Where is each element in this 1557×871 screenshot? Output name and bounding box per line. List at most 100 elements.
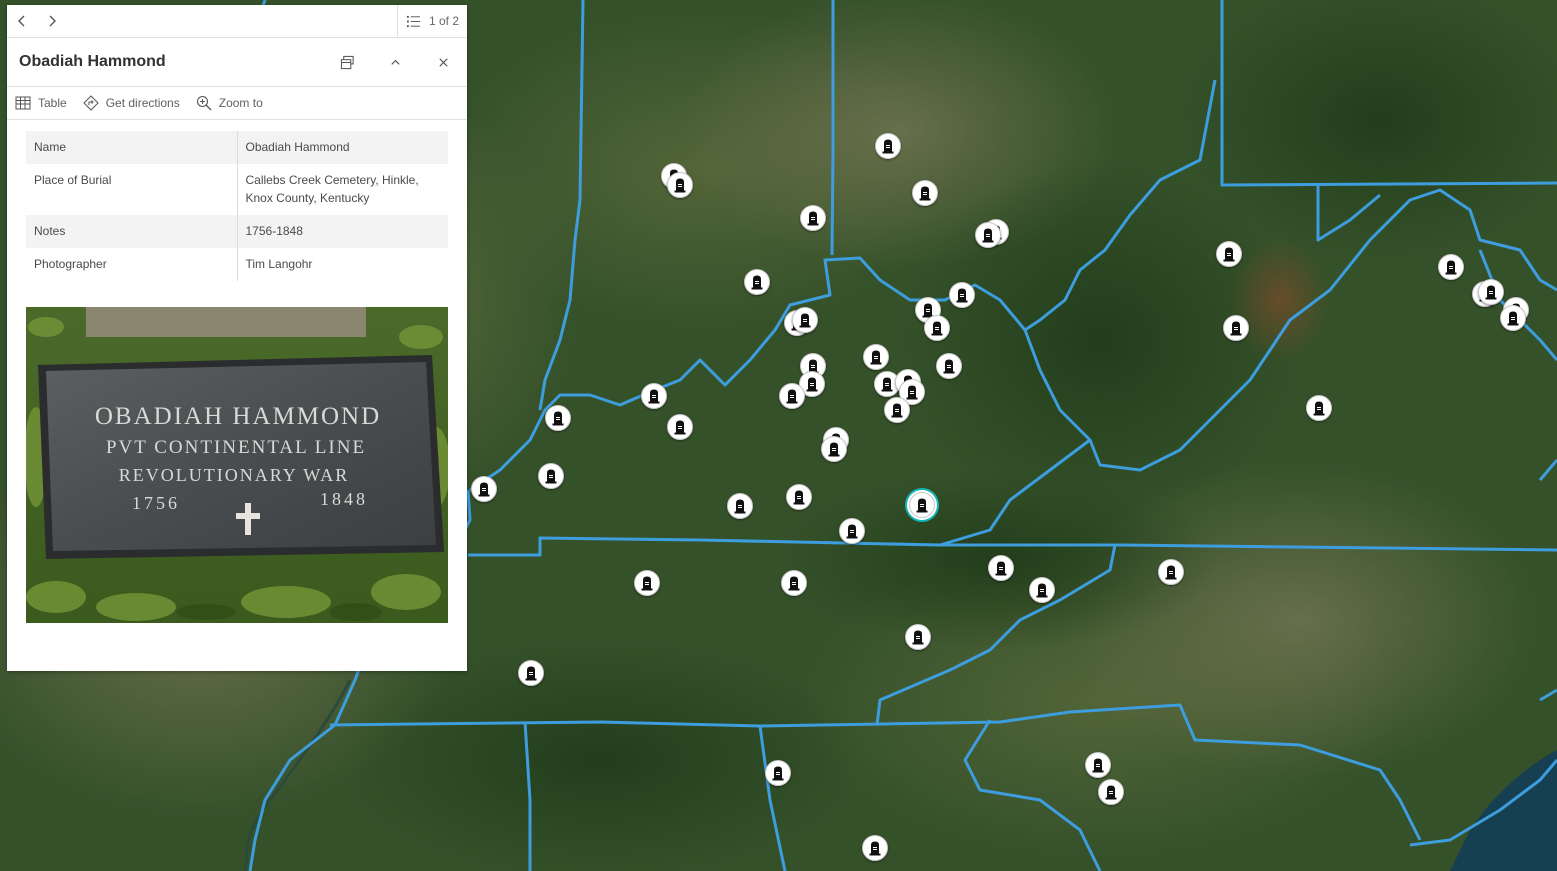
burial-marker[interactable] (744, 269, 770, 295)
collapse-button[interactable] (383, 50, 407, 74)
tombstone-icon (906, 385, 918, 400)
burial-marker[interactable] (936, 353, 962, 379)
burial-marker[interactable] (1438, 254, 1464, 280)
tombstone-icon (648, 389, 660, 404)
burial-marker[interactable] (800, 205, 826, 231)
list-icon (406, 15, 421, 27)
burial-marker[interactable] (862, 835, 888, 861)
zoom-in-icon (196, 95, 212, 111)
plaque-year-death: 1848 (320, 489, 368, 509)
burial-marker[interactable] (875, 133, 901, 159)
tombstone-icon (734, 499, 746, 514)
burial-marker[interactable] (839, 518, 865, 544)
tombstone-icon (478, 482, 490, 497)
get-directions-label: Get directions (105, 96, 180, 110)
next-feature-button[interactable] (37, 5, 67, 37)
tombstone-icon (807, 211, 819, 226)
burial-marker[interactable] (634, 570, 660, 596)
dock-button[interactable] (335, 50, 359, 74)
burial-marker[interactable] (786, 484, 812, 510)
tombstone-icon (828, 442, 840, 457)
table-row: Notes 1756-1848 (26, 215, 448, 248)
burial-marker[interactable] (912, 180, 938, 206)
burial-marker[interactable] (924, 315, 950, 341)
burial-marker[interactable] (792, 307, 818, 333)
attribute-value: Tim Langohr (245, 257, 313, 271)
table-row: Place of Burial Callebs Creek Cemetery, … (26, 164, 448, 215)
tombstone-icon (525, 666, 537, 681)
attribute-key: Name (26, 131, 238, 164)
burial-marker[interactable] (1223, 315, 1249, 341)
burial-marker[interactable] (727, 493, 753, 519)
burial-marker[interactable] (1158, 559, 1184, 585)
close-icon (438, 57, 448, 67)
tombstone-icon (1230, 321, 1242, 336)
tombstone-icon (793, 490, 805, 505)
burial-marker[interactable] (821, 436, 847, 462)
table-action-label: Table (38, 96, 67, 110)
zoom-to-label: Zoom to (218, 96, 263, 110)
burial-marker[interactable] (1098, 779, 1124, 805)
tombstone-icon (806, 377, 818, 392)
burial-marker[interactable] (905, 624, 931, 650)
tombstone-icon (1445, 260, 1457, 275)
tombstone-icon (995, 561, 1007, 576)
plaque-line-rank: PVT CONTINENTAL LINE (106, 437, 366, 458)
feature-popup: 1 of 2 Obadiah Hammond Table Get directi… (7, 5, 467, 671)
burial-marker[interactable] (471, 476, 497, 502)
attribute-key: Notes (26, 215, 238, 248)
selected-burial-marker[interactable] (909, 492, 935, 518)
burial-marker[interactable] (975, 222, 1001, 248)
tombstone-icon (919, 186, 931, 201)
feature-list-button[interactable]: 1 of 2 (396, 5, 467, 37)
tombstone-icon (956, 288, 968, 303)
grave-marker-photo[interactable]: OBADIAH HAMMOND PVT CONTINENTAL LINE REV… (26, 307, 448, 623)
burial-marker[interactable] (863, 344, 889, 370)
burial-marker[interactable] (988, 555, 1014, 581)
burial-marker[interactable] (1306, 395, 1332, 421)
tombstone-icon (882, 139, 894, 154)
burial-marker[interactable] (779, 383, 805, 409)
tombstone-icon (1036, 583, 1048, 598)
burial-marker[interactable] (538, 463, 564, 489)
feature-count-label: 1 of 2 (428, 14, 459, 28)
burial-marker[interactable] (949, 282, 975, 308)
burial-marker[interactable] (1216, 241, 1242, 267)
burial-marker[interactable] (1500, 305, 1526, 331)
tombstone-icon (912, 630, 924, 645)
burial-marker[interactable] (1029, 577, 1055, 603)
zoom-to-action[interactable]: Zoom to (196, 95, 263, 111)
burial-marker[interactable] (518, 660, 544, 686)
attribute-value: 1756-1848 (237, 215, 448, 248)
popup-header: Obadiah Hammond (7, 38, 467, 87)
burial-marker[interactable] (667, 414, 693, 440)
plaque-line-name: OBADIAH HAMMOND (95, 403, 381, 430)
tombstone-icon (870, 350, 882, 365)
burial-marker[interactable] (1478, 279, 1504, 305)
attribute-table: Name Obadiah Hammond Place of Burial Cal… (26, 131, 448, 281)
table-action[interactable]: Table (15, 95, 67, 111)
plaque-line-war: REVOLUTIONARY WAR (119, 465, 350, 485)
burial-marker[interactable] (1085, 752, 1111, 778)
burial-marker[interactable] (667, 172, 693, 198)
burial-marker[interactable] (884, 397, 910, 423)
burial-marker[interactable] (545, 405, 571, 431)
tombstone-icon (1092, 758, 1104, 773)
burial-marker[interactable] (781, 570, 807, 596)
tombstone-icon (931, 321, 943, 336)
tombstone-icon (1485, 285, 1497, 300)
burial-marker[interactable] (765, 760, 791, 786)
chevron-up-icon (390, 59, 400, 65)
tombstone-icon (552, 411, 564, 426)
tombstone-icon (881, 377, 893, 392)
popup-action-bar: Table Get directions Zoom to (7, 87, 467, 120)
previous-feature-button[interactable] (7, 5, 37, 37)
tombstone-icon (786, 389, 798, 404)
close-button[interactable] (431, 50, 455, 74)
grave-plaque-image: OBADIAH HAMMOND PVT CONTINENTAL LINE REV… (26, 307, 448, 623)
tombstone-icon (891, 403, 903, 418)
get-directions-action[interactable]: Get directions (82, 95, 180, 111)
burial-marker[interactable] (641, 383, 667, 409)
tombstone-icon (846, 524, 858, 539)
chevron-left-icon (18, 15, 25, 27)
